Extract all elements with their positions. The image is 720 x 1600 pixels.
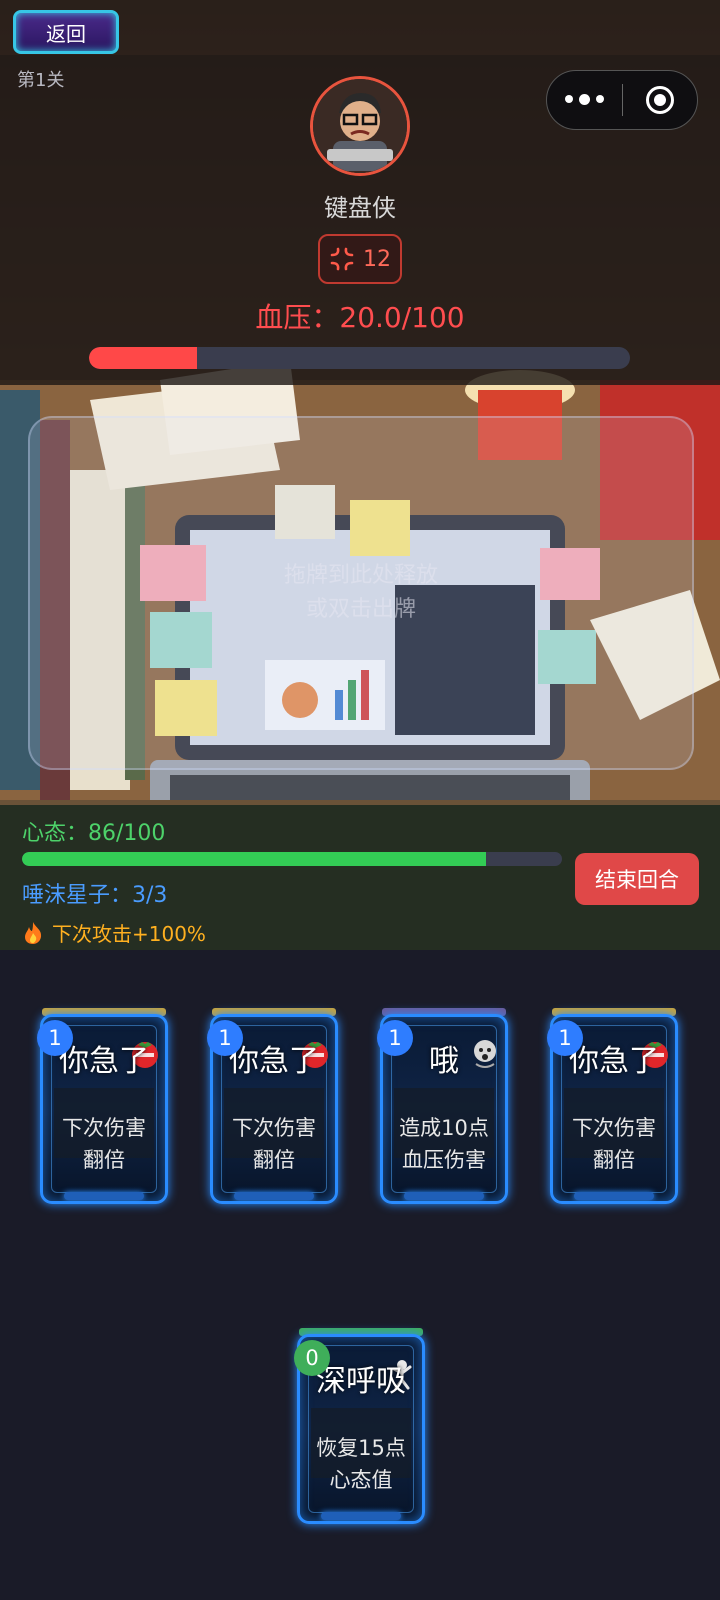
blood-pressure-fill [89, 347, 198, 369]
card-description: 下次伤害 翻倍 [550, 1112, 678, 1176]
card-desc-line2: 心态值 [329, 1468, 393, 1492]
blood-pressure-bar [89, 347, 630, 369]
card-cost-badge: 1 [547, 1020, 583, 1056]
mind-label: 心态：86/100 [22, 821, 166, 846]
mind-fill [22, 852, 487, 866]
close-target-icon[interactable] [623, 86, 697, 114]
card-cost-badge: 1 [207, 1020, 243, 1056]
card-bottom-glow [234, 1192, 314, 1200]
hand-card[interactable]: 深呼吸 0 恢复15点 心态值 [294, 1328, 425, 1524]
card-desc-line2: 血压伤害 [402, 1148, 486, 1172]
hand-card[interactable]: 你急了 1 下次伤害 翻倍 [37, 1008, 168, 1204]
drop-hint-line2: 或双击出牌 [305, 597, 416, 622]
card-cost-badge: 1 [377, 1020, 413, 1056]
card-desc-line2: 翻倍 [253, 1148, 295, 1172]
card-description: 恢复15点心态值 [297, 1432, 425, 1496]
card-desc-line2: 翻倍 [593, 1148, 635, 1172]
enemy-name: 键盘侠 [324, 194, 396, 222]
enemy-avatar [310, 76, 410, 176]
card-desc-line1: 恢复15点 [316, 1436, 406, 1460]
end-turn-button[interactable]: 结束回合 [575, 853, 699, 905]
card-cost-badge: 1 [37, 1020, 73, 1056]
level-label: 第1关 [17, 70, 65, 91]
hand-card[interactable]: 你急了 1 下次伤害 翻倍 [547, 1008, 678, 1204]
enemy-intent-badge: 12 [318, 234, 402, 284]
fire-icon [25, 921, 42, 944]
card-bottom-glow [321, 1512, 401, 1520]
card-bottom-glow [574, 1192, 654, 1200]
back-button[interactable]: 返回 [13, 10, 119, 54]
more-menu-icon[interactable] [547, 93, 622, 105]
card-description: 下次伤害 翻倍 [210, 1112, 338, 1176]
mind-bar [22, 852, 562, 866]
hand-card[interactable]: 哦 1 造成10点 血压伤害 [377, 1008, 508, 1204]
attack-buff: 下次攻击+100% [22, 918, 206, 947]
card-description: 下次伤害 翻倍 [40, 1112, 168, 1176]
anger-icon [330, 247, 354, 271]
enemy-intent-value: 12 [363, 246, 391, 272]
card-description: 造成10点血压伤害 [380, 1112, 508, 1176]
card-cost-badge: 0 [294, 1340, 330, 1376]
drop-hint-line1: 拖牌到此处释放 [283, 563, 438, 588]
buff-text: 下次攻击+100% [52, 922, 206, 946]
miniprogram-capsule [546, 70, 698, 130]
spit-energy-label: 唾沫星子：3/3 [22, 883, 168, 908]
card-desc-line1: 下次伤害 [232, 1116, 316, 1140]
card-bottom-glow [64, 1192, 144, 1200]
keyboard-warrior-portrait-icon [313, 79, 407, 173]
card-desc-line2: 翻倍 [83, 1148, 125, 1172]
hand-card[interactable]: 你急了 1 下次伤害 翻倍 [207, 1008, 338, 1204]
card-desc-line1: 下次伤害 [572, 1116, 656, 1140]
card-drop-zone[interactable]: 拖牌到此处释放 或双击出牌 [28, 416, 694, 770]
card-bottom-glow [404, 1192, 484, 1200]
card-desc-line1: 造成10点 [399, 1116, 489, 1140]
blood-pressure-label: 血压：20.0/100 [255, 301, 465, 334]
card-desc-line1: 下次伤害 [62, 1116, 146, 1140]
